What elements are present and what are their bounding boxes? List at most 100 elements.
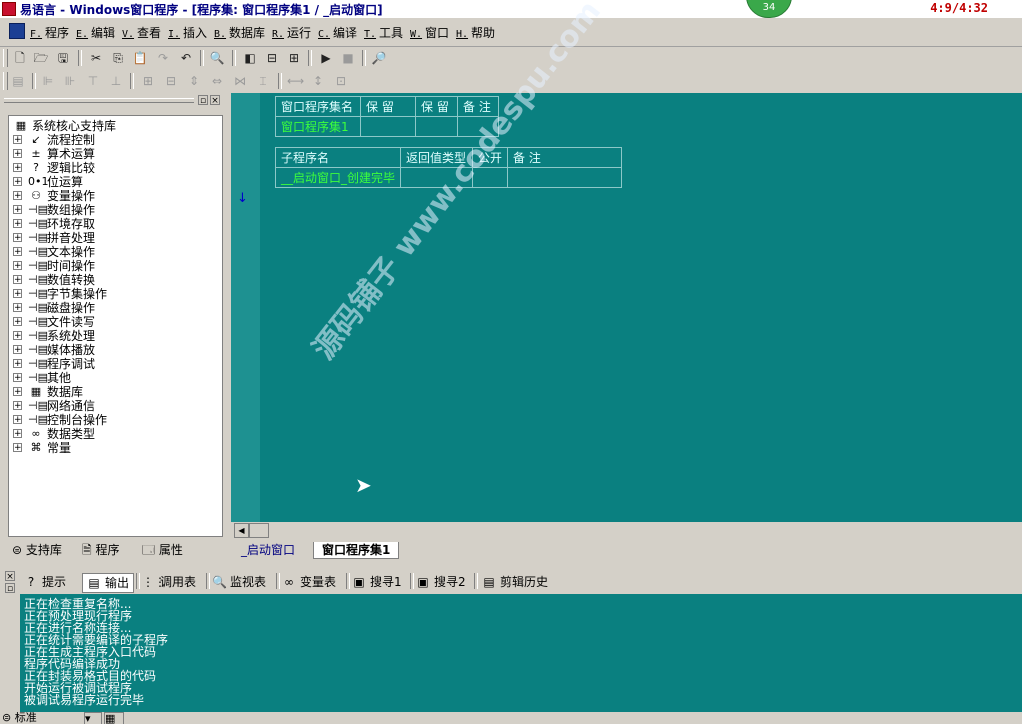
tab-clip-history[interactable]: ▤ 剪辑历史	[482, 573, 548, 591]
layout-grid-icon[interactable]: ⊞	[286, 50, 302, 66]
save-icon[interactable]: 🖫	[55, 50, 71, 66]
expand-icon[interactable]: +	[13, 289, 22, 299]
expand-icon[interactable]: +	[13, 373, 22, 383]
tree-item[interactable]: + ⊣▤拼音处理	[13, 229, 95, 245]
tree-item[interactable]: + ⊣▤控制台操作	[13, 411, 107, 427]
copy-icon[interactable]: ⎘	[110, 50, 126, 66]
paste-icon[interactable]: 📋	[132, 50, 148, 66]
align-bottom-icon[interactable]: ⊥	[108, 73, 124, 89]
close-output-icon[interactable]: ×	[5, 571, 15, 582]
spread-v-icon[interactable]: ⌶	[255, 73, 271, 89]
tree-item[interactable]: + ⚇ 变量操作	[13, 187, 95, 203]
toolbar-grip[interactable]	[3, 72, 8, 90]
cut-icon[interactable]: ✂	[88, 50, 104, 66]
open-folder-icon[interactable]: 🗁	[33, 50, 49, 66]
menu-tools[interactable]: T. 工具	[364, 24, 403, 41]
status-dropdown-icon[interactable]: ▾	[84, 712, 102, 724]
tab-support-library[interactable]: ⊜ 支持库	[12, 541, 62, 559]
tab-window-assembly[interactable]: 窗口程序集1	[313, 542, 400, 559]
assembly-name-cell[interactable]: 窗口程序集1	[275, 116, 361, 137]
form-icon[interactable]: ▤	[10, 73, 26, 89]
tree-item[interactable]: + ∞ 数据类型	[13, 425, 95, 441]
tree-item[interactable]: + ↙ 流程控制	[13, 131, 95, 147]
scroll-thumb[interactable]	[249, 523, 269, 538]
align-right-icon[interactable]: ⊪	[62, 73, 78, 89]
horizontal-scrollbar[interactable]: ◀	[231, 522, 1022, 539]
output-log[interactable]: 正在检查重复名称... 正在预处理现行程序 正在进行名称连接... 正在统计需要编译的…	[20, 594, 1022, 712]
expand-icon[interactable]: +	[13, 177, 22, 187]
tree-item[interactable]: + ⊣▤字节集操作	[13, 285, 107, 301]
expand-icon[interactable]: +	[13, 191, 22, 201]
layout-left-icon[interactable]: ◧	[242, 50, 258, 66]
tree-item[interactable]: + ⊣▤数值转换	[13, 271, 95, 287]
tab-hint[interactable]: ? 提示	[24, 573, 66, 591]
tree-item[interactable]: + ⊣▤系统处理	[13, 327, 95, 343]
tab-variables[interactable]: ∞ 变量表	[282, 573, 336, 591]
expand-icon[interactable]: +	[13, 443, 22, 453]
close-panel-icon[interactable]: ×	[210, 95, 220, 106]
menu-compile[interactable]: C. 编译	[318, 24, 357, 41]
tree-item[interactable]: + ▦ 数据库	[13, 383, 83, 399]
expand-icon[interactable]: +	[13, 149, 22, 159]
expand-icon[interactable]: +	[13, 135, 22, 145]
editor-gutter[interactable]: ↓	[231, 93, 260, 522]
tree-item[interactable]: + ⊣▤媒体播放	[13, 341, 95, 357]
menu-help[interactable]: H. 帮助	[456, 24, 495, 41]
maximize-output-icon[interactable]: ▫	[5, 583, 15, 594]
tree-item[interactable]: + ⊣▤时间操作	[13, 257, 95, 273]
expand-icon[interactable]: +	[13, 163, 22, 173]
expand-icon[interactable]: +	[13, 317, 22, 327]
tab-call-stack[interactable]: ⋮⋮调用表	[142, 573, 196, 591]
menu-edit[interactable]: E. 编辑	[76, 24, 115, 41]
same-size-icon[interactable]: ⊡	[333, 73, 349, 89]
tree-item[interactable]: +0•1位运算	[13, 173, 83, 189]
expand-icon[interactable]: +	[13, 303, 22, 313]
debug-tool-icon[interactable]: 🔎	[371, 50, 387, 66]
expand-icon[interactable]: +	[13, 429, 22, 439]
tab-search-2[interactable]: ▣ 搜寻2	[416, 573, 465, 591]
tab-watch[interactable]: 🔍 监视表	[212, 573, 266, 591]
notification-badge[interactable]: 34	[746, 0, 792, 18]
tab-search-1[interactable]: ▣ 搜寻1	[352, 573, 401, 591]
expand-icon[interactable]: +	[13, 233, 22, 243]
tree-item[interactable]: + ± 算术运算	[13, 145, 95, 161]
same-width-icon[interactable]: ⟷	[287, 73, 304, 89]
spread-h-icon[interactable]: ⋈	[232, 73, 248, 89]
tab-startup-window[interactable]: _启动窗口	[241, 542, 295, 558]
menu-view[interactable]: V. 查看	[122, 24, 161, 41]
tree-item[interactable]: + ⊣▤数组操作	[13, 201, 95, 217]
expand-icon[interactable]: +	[13, 331, 22, 341]
center-v-icon[interactable]: ⊟	[163, 73, 179, 89]
align-left-icon[interactable]: ⊫	[40, 73, 56, 89]
tree-item[interactable]: + ⊣▤磁盘操作	[13, 299, 95, 315]
expand-icon[interactable]: +	[13, 205, 22, 215]
tree-item[interactable]: + ⊣▤网络通信	[13, 397, 95, 413]
toolbar-grip[interactable]	[3, 49, 8, 67]
tree-item[interactable]: + ⊣▤文件读写	[13, 313, 95, 329]
app-menu-icon[interactable]	[9, 23, 25, 39]
expand-icon[interactable]: +	[13, 247, 22, 257]
tree-root[interactable]: ▦ 系统核心支持库	[13, 117, 116, 133]
align-top-icon[interactable]: ⊤	[85, 73, 101, 89]
same-height-icon[interactable]: ↕	[310, 73, 326, 89]
tab-output[interactable]: ▤ 输出	[82, 573, 135, 593]
scroll-left-icon[interactable]: ◀	[234, 523, 249, 538]
tree-item[interactable]: + ⌘ 常量	[13, 439, 71, 455]
tree-item[interactable]: + ⊣▤文本操作	[13, 243, 95, 259]
menu-window[interactable]: W. 窗口	[410, 24, 449, 41]
undo-icon[interactable]: ↶	[178, 50, 194, 66]
tree-item[interactable]: + ⊣▤其他	[13, 369, 71, 385]
maximize-panel-icon[interactable]: ▫	[198, 95, 208, 106]
sub-name-cell[interactable]: __启动窗口_创建完毕	[274, 167, 402, 188]
menu-run[interactable]: R. 运行	[272, 24, 311, 41]
redo-icon[interactable]: ↷	[155, 50, 171, 66]
tree-item[interactable]: + ⊣▤环境存取	[13, 215, 95, 231]
expand-icon[interactable]: +	[13, 359, 22, 369]
expand-icon[interactable]: +	[13, 415, 22, 425]
layout-split-icon[interactable]: ⊟	[264, 50, 280, 66]
stop-icon[interactable]: ■	[340, 50, 356, 66]
space-v-icon[interactable]: ⇕	[186, 73, 202, 89]
expand-icon[interactable]: +	[13, 345, 22, 355]
find-icon[interactable]: 🔍	[209, 50, 225, 66]
expand-icon[interactable]: +	[13, 219, 22, 229]
